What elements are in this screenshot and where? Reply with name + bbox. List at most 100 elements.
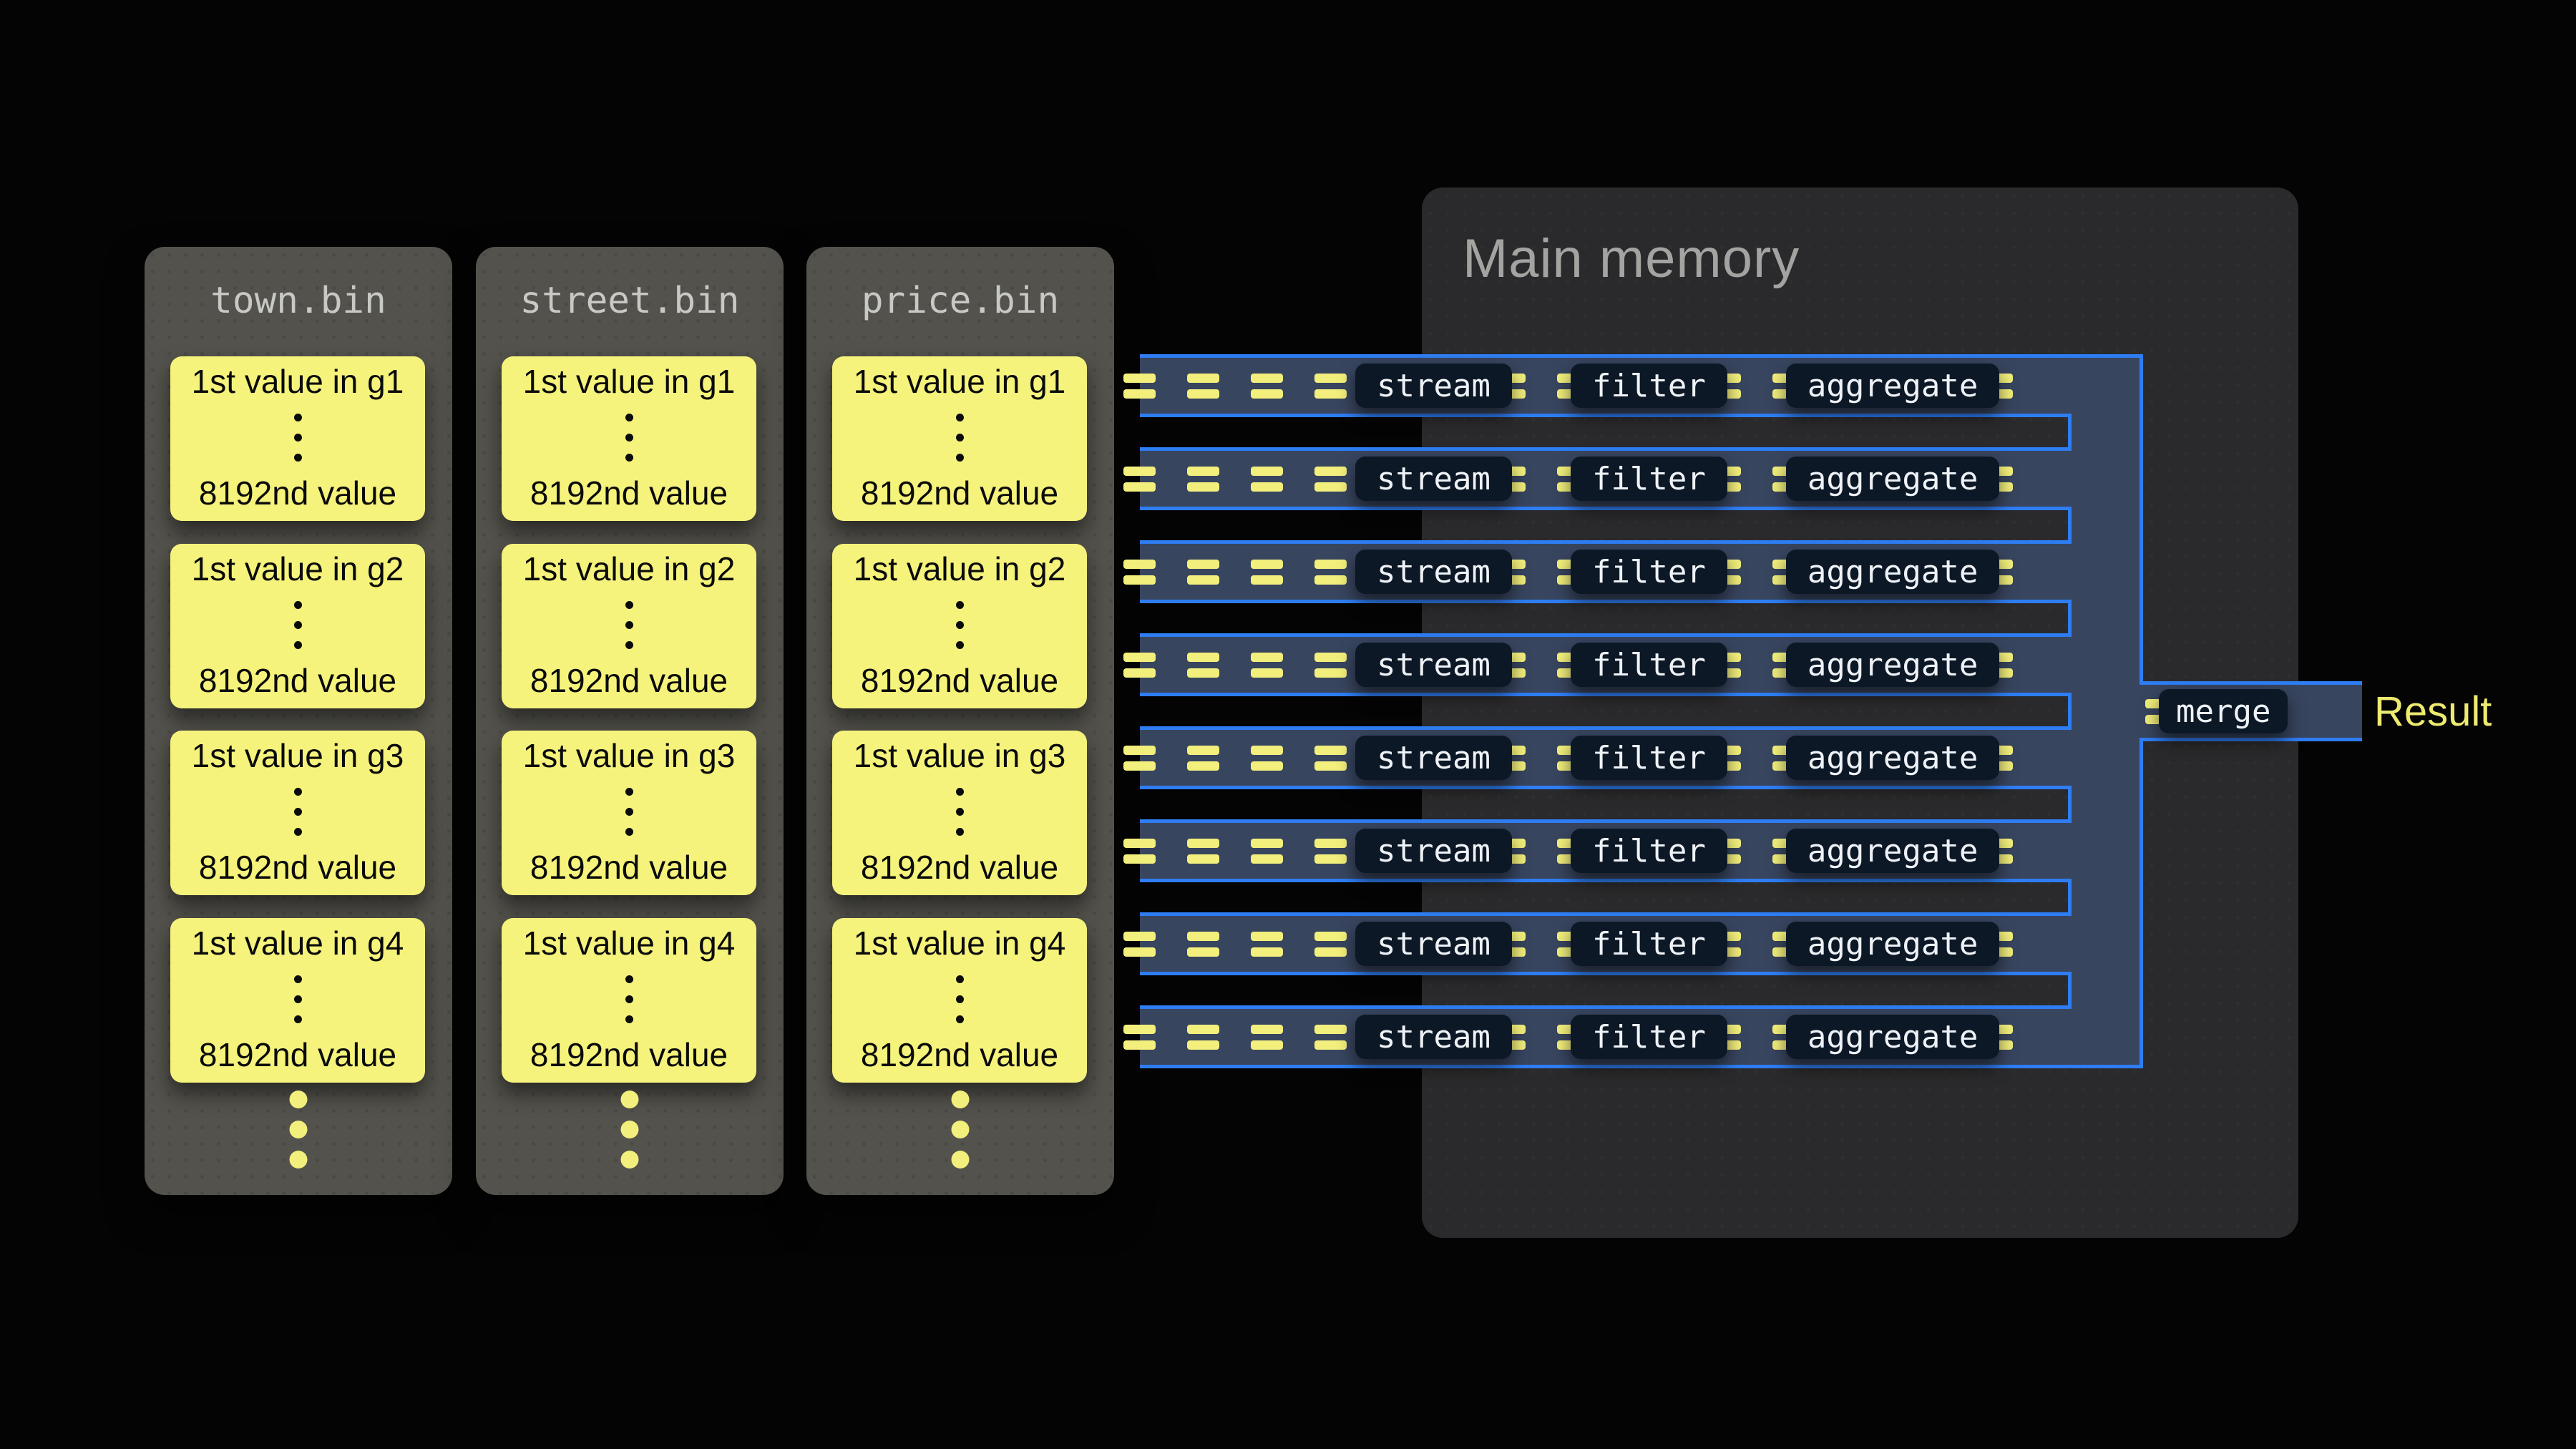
group-last-value: 8192nd value [861, 661, 1058, 700]
column-street-bin: street.bin 1st value in g1 8192nd value … [476, 247, 784, 1195]
pipeline-border-right [2140, 354, 2143, 681]
flow-dash-icon [1251, 932, 1283, 957]
stage-chip-filter: filter [1571, 457, 1727, 501]
flow-dash-icon [1187, 839, 1219, 864]
flow-dash-icon [1314, 653, 1347, 678]
pipeline-row: stream filter aggregate [1140, 726, 2068, 789]
flow-dash-icon [1251, 467, 1283, 492]
ellipsis-icon [294, 975, 302, 1023]
pipeline-border-right [2140, 741, 2143, 1068]
flow-dash-icon [1123, 839, 1156, 864]
stage-chip-filter: filter [1571, 643, 1727, 687]
notch-connector [2068, 786, 2072, 823]
more-groups-ellipsis-icon [621, 1091, 639, 1169]
stage-chip-stream: stream [1355, 829, 1512, 873]
value-group-box: 1st value in g2 8192nd value [502, 544, 756, 708]
ellipsis-icon [294, 601, 302, 649]
stage-chip-aggregate: aggregate [1786, 1015, 1999, 1059]
flow-dash-icon [1123, 374, 1156, 399]
flow-dash-icon [1187, 374, 1219, 399]
flow-dash-icon [1123, 1025, 1156, 1050]
group-first-value: 1st value in g1 [192, 362, 404, 401]
flow-dash-icon [1314, 932, 1347, 957]
group-first-value: 1st value in g3 [523, 736, 736, 775]
ellipsis-icon [625, 975, 633, 1023]
flow-dash-icon [1123, 467, 1156, 492]
value-group-box: 1st value in g4 8192nd value [170, 918, 425, 1083]
stage-chip-stream: stream [1355, 457, 1512, 501]
column-town-bin: town.bin 1st value in g1 8192nd value 1s… [145, 247, 452, 1195]
notch-connector [2068, 600, 2072, 637]
pipeline-spine [2068, 354, 2140, 1068]
group-last-value: 8192nd value [199, 474, 396, 512]
notch-connector [2068, 972, 2072, 1009]
stage-chip-aggregate: aggregate [1786, 829, 1999, 873]
flow-dash-icon [1187, 1025, 1219, 1050]
value-group-box: 1st value in g4 8192nd value [832, 918, 1087, 1083]
notch-connector [2068, 693, 2072, 730]
flow-dash-icon [1187, 467, 1219, 492]
value-group-box: 1st value in g1 8192nd value [502, 356, 756, 521]
flow-dash-icon [1123, 932, 1156, 957]
value-group-box: 1st value in g2 8192nd value [832, 544, 1087, 708]
flow-dash-icon [1314, 1025, 1347, 1050]
flow-dash-icon [1187, 932, 1219, 957]
more-groups-ellipsis-icon [952, 1091, 970, 1169]
group-last-value: 8192nd value [861, 848, 1058, 887]
column-title: price.bin [806, 247, 1114, 354]
ellipsis-icon [625, 414, 633, 462]
main-memory-title: Main memory [1463, 228, 1800, 290]
stage-chip-stream: stream [1355, 364, 1512, 408]
stage-chip-aggregate: aggregate [1786, 922, 1999, 966]
pipeline-row: stream filter aggregate [1140, 912, 2068, 975]
pipeline-border-bottom [2068, 1065, 2143, 1068]
value-group-box: 1st value in g3 8192nd value [832, 731, 1087, 895]
stage-chip-stream: stream [1355, 643, 1512, 687]
value-group-box: 1st value in g3 8192nd value [502, 731, 756, 895]
flow-dash-icon [1187, 653, 1219, 678]
group-first-value: 1st value in g1 [854, 362, 1066, 401]
flow-dash-icon [1251, 374, 1283, 399]
group-last-value: 8192nd value [199, 848, 396, 887]
flow-dash-icon [1187, 746, 1219, 771]
group-last-value: 8192nd value [530, 848, 728, 887]
notch-connector [2068, 507, 2072, 544]
stage-chip-filter: filter [1571, 364, 1727, 408]
group-first-value: 1st value in g2 [854, 550, 1066, 588]
stage-chip-aggregate: aggregate [1786, 736, 1999, 780]
stage-chip-stream: stream [1355, 922, 1512, 966]
flow-dash-icon [1314, 746, 1347, 771]
ellipsis-icon [625, 601, 633, 649]
flow-dash-icon [1314, 374, 1347, 399]
stage-chip-filter: filter [1571, 922, 1727, 966]
flow-dash-icon [1123, 746, 1156, 771]
flow-dash-icon [1251, 653, 1283, 678]
group-last-value: 8192nd value [530, 661, 728, 700]
flow-dash-icon [1187, 560, 1219, 585]
value-group-box: 1st value in g2 8192nd value [170, 544, 425, 708]
stage-chip-merge: merge [2159, 689, 2288, 733]
pipeline-row: stream filter aggregate [1140, 1005, 2068, 1068]
value-group-box: 1st value in g1 8192nd value [170, 356, 425, 521]
group-first-value: 1st value in g4 [854, 924, 1066, 962]
ellipsis-icon [294, 788, 302, 836]
stage-chip-stream: stream [1355, 736, 1512, 780]
group-first-value: 1st value in g2 [523, 550, 736, 588]
flow-dash-icon [1251, 560, 1283, 585]
flow-dash-icon [1251, 1025, 1283, 1050]
ellipsis-icon [294, 414, 302, 462]
pipeline-row: stream filter aggregate [1140, 540, 2068, 603]
flow-dash-icon [1123, 560, 1156, 585]
stage-chip-filter: filter [1571, 550, 1727, 594]
flow-dash-icon [1251, 746, 1283, 771]
stage-chip-filter: filter [1571, 736, 1727, 780]
pipeline-row: stream filter aggregate [1140, 819, 2068, 882]
value-group-box: 1st value in g3 8192nd value [170, 731, 425, 895]
group-first-value: 1st value in g4 [192, 924, 404, 962]
stage-chip-aggregate: aggregate [1786, 550, 1999, 594]
flow-dash-icon [1314, 560, 1347, 585]
group-last-value: 8192nd value [530, 474, 728, 512]
value-group-box: 1st value in g4 8192nd value [502, 918, 756, 1083]
flow-dash-icon [1251, 839, 1283, 864]
notch-connector [2068, 879, 2072, 916]
